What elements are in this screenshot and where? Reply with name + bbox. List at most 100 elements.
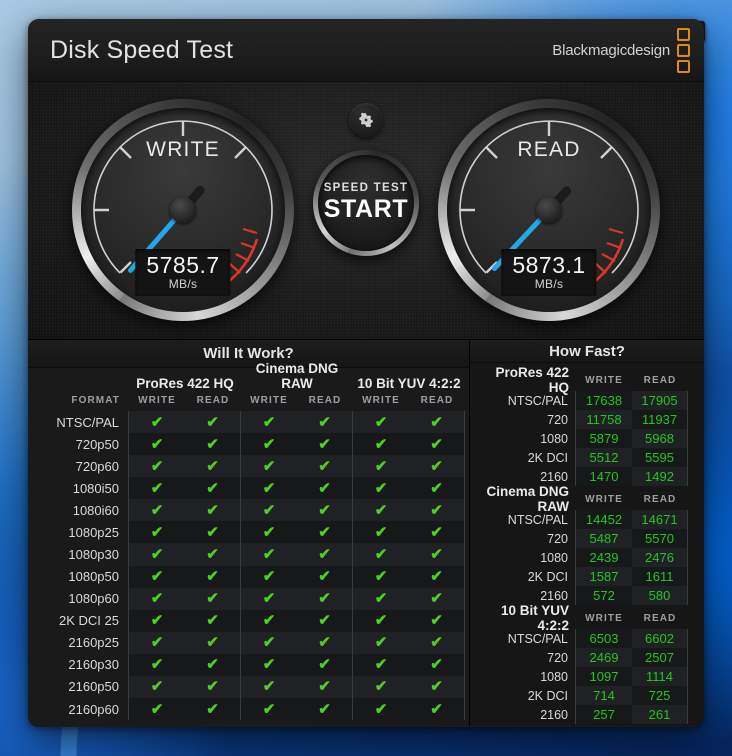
check-icon: ✔ [430, 568, 443, 586]
compat-cell: ✔ [129, 587, 185, 610]
check-icon: ✔ [318, 568, 331, 586]
subheader-2-read: READ [420, 394, 454, 406]
table-row: 1080p30 ✔ ✔ ✔ ✔ ✔ ✔ [28, 543, 465, 566]
compat-cell: ✔ [129, 675, 185, 699]
disk-speed-test-window: Disk Speed Test Blackmagicdesign WRITE 5… [28, 19, 704, 727]
how-fast-label: 1080 [478, 429, 576, 448]
check-icon: ✔ [206, 546, 219, 563]
check-icon: ✔ [374, 590, 388, 608]
how-fast-heading: How Fast? [470, 340, 704, 363]
compat-cell: ✔ [129, 653, 185, 676]
table-row: 1080p50 ✔ ✔ ✔ ✔ ✔ ✔ [28, 565, 465, 588]
check-icon: ✔ [262, 501, 276, 519]
format-label: NTSC/PAL [28, 411, 129, 434]
how-fast-read-value: 6602 [632, 629, 688, 648]
compat-cell: ✔ [129, 631, 185, 654]
compat-cell: ✔ [409, 543, 465, 566]
compat-cell: ✔ [353, 631, 409, 654]
will-it-work-table: ProRes 422 HQ Cinema DNG RAW 10 Bit YUV 4:… [28, 361, 469, 726]
compat-cell: ✔ [353, 675, 409, 699]
compat-cell: ✔ [185, 455, 241, 478]
compat-cell: ✔ [241, 521, 297, 544]
check-icon: ✔ [262, 435, 276, 453]
speed-test-start-button[interactable]: SPEED TEST START [313, 150, 419, 256]
gauge-panel: WRITE 5785.7 MB/s SPEED TEST START READ … [28, 82, 704, 340]
how-fast-read-value: 17905 [632, 391, 688, 410]
compat-cell: ✔ [353, 653, 409, 676]
format-label: 2K DCI 25 [28, 609, 129, 632]
how-fast-label: 720 [478, 648, 576, 667]
compat-cell: ✔ [297, 499, 353, 522]
compat-cell: ✔ [409, 411, 465, 434]
check-icon: ✔ [318, 700, 331, 718]
table-row: 1080i50 ✔ ✔ ✔ ✔ ✔ ✔ [28, 477, 465, 500]
how-fast-label: NTSC/PAL [478, 629, 576, 648]
group-header-row: ProRes 422 HQ Cinema DNG RAW 10 Bit YUV 4:… [28, 361, 465, 392]
page-title: Disk Speed Test [50, 35, 234, 64]
table-row: 2160p60 ✔ ✔ ✔ ✔ ✔ ✔ [28, 698, 465, 721]
table-row: 2160p50 ✔ ✔ ✔ ✔ ✔ ✔ [28, 675, 465, 699]
read-readout: 5873.1 MB/s [501, 248, 597, 296]
compat-cell: ✔ [297, 455, 353, 478]
results-area: Will It Work? ProRes 422 HQ Cinema DNG RA… [28, 340, 704, 726]
how-fast-read-value: 261 [632, 705, 688, 724]
gear-icon[interactable] [349, 103, 383, 137]
how-fast-write-value: 14452 [576, 510, 632, 529]
how-fast-write-value: 2439 [576, 548, 632, 567]
compat-cell: ✔ [409, 455, 465, 478]
check-icon: ✔ [430, 413, 443, 431]
check-icon: ✔ [318, 678, 331, 696]
compat-cell: ✔ [241, 477, 297, 500]
check-icon: ✔ [318, 612, 331, 630]
how-fast-write-value: 1470 [576, 467, 632, 486]
check-icon: ✔ [318, 523, 331, 541]
compat-cell: ✔ [129, 477, 185, 500]
how-fast-write-value: 6503 [576, 629, 632, 648]
compat-cell: ✔ [129, 433, 185, 456]
check-icon: ✔ [374, 656, 388, 674]
check-icon: ✔ [206, 634, 219, 652]
check-icon: ✔ [262, 546, 276, 563]
compat-cell: ✔ [409, 587, 465, 610]
format-label: 720p50 [28, 433, 129, 456]
check-icon: ✔ [262, 590, 276, 608]
how-fast-read-value: 5570 [632, 529, 688, 548]
check-icon: ✔ [318, 590, 331, 608]
subheader-1-read: READ [308, 394, 342, 406]
compat-cell: ✔ [353, 698, 409, 721]
format-label: 720p60 [28, 455, 129, 478]
check-icon: ✔ [374, 523, 388, 541]
how-fast-row: 2160 257 261 [478, 705, 688, 724]
write-gauge-hub [170, 197, 196, 223]
how-fast-panel: How Fast? ProRes 422 HQ WRITE READ NTSC/PAL… [470, 340, 704, 726]
check-icon: ✔ [206, 700, 219, 718]
brand-label: Blackmagicdesign [552, 41, 670, 59]
format-label: 2160p50 [28, 675, 129, 699]
compat-cell: ✔ [353, 587, 409, 610]
check-icon: ✔ [150, 678, 164, 696]
compat-cell: ✔ [129, 698, 185, 721]
check-icon: ✔ [374, 612, 388, 630]
group-header-2: 10 Bit YUV 4:2:2 [357, 376, 461, 391]
read-unit: MB/s [534, 277, 564, 291]
format-label: 1080p30 [28, 543, 129, 566]
compat-cell: ✔ [241, 411, 297, 434]
compat-cell: ✔ [353, 477, 409, 500]
compat-cell: ✔ [185, 543, 241, 566]
how-fast-row: NTSC/PAL 17638 17905 [478, 391, 688, 410]
how-fast-label: 2K DCI [478, 686, 576, 705]
check-icon: ✔ [318, 501, 331, 519]
check-icon: ✔ [262, 479, 276, 497]
how-fast-group-header: Cinema DNG RAW WRITE READ [478, 484, 688, 514]
compat-cell: ✔ [185, 698, 241, 721]
how-fast-group-1: Cinema DNG RAW WRITE READ NTSC/PAL 14452 1467… [478, 484, 688, 605]
how-fast-row: 1080 2439 2476 [478, 548, 688, 567]
write-value: 5785.7 [146, 251, 220, 278]
compat-cell: ✔ [353, 521, 409, 544]
check-icon: ✔ [262, 678, 276, 696]
how-fast-write-value: 5512 [576, 448, 632, 467]
write-gauge-label: WRITE [146, 138, 220, 161]
compat-cell: ✔ [129, 543, 185, 566]
how-fast-write-header: WRITE [585, 612, 623, 624]
read-gauge-label: READ [517, 138, 581, 161]
